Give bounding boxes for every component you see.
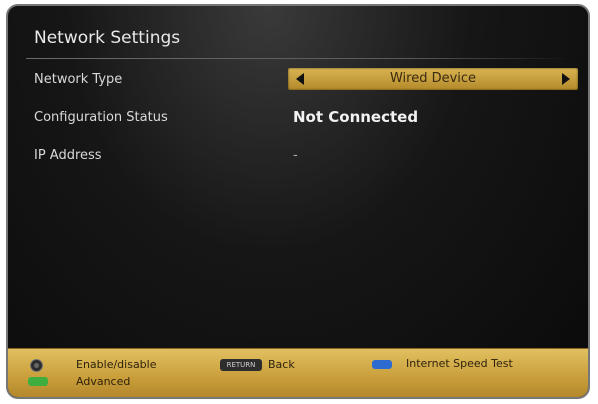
- network-type-label: Network Type: [34, 72, 123, 87]
- back-legend-label: Back: [268, 358, 295, 371]
- green-legend-label: Advanced: [76, 375, 131, 388]
- right-arrow-icon[interactable]: [562, 73, 570, 85]
- network-type-value: Wired Device: [389, 71, 477, 86]
- ip-address-label: IP Address: [34, 148, 102, 163]
- configuration-status-row: Configuration Status Not Connected: [8, 106, 588, 134]
- configuration-status-value: Not Connected: [293, 108, 419, 126]
- ip-address-row: IP Address -: [8, 144, 588, 172]
- return-key-icon: RETURN: [220, 359, 262, 371]
- ok-legend-label: Enable/disable: [76, 358, 157, 371]
- blue-legend-label: Internet Speed Test: [406, 357, 513, 370]
- configuration-status-label: Configuration Status: [34, 110, 168, 125]
- ok-button-icon: [30, 359, 43, 372]
- tv-menu-window: Network Settings Network Type Wired Devi…: [6, 4, 590, 399]
- footer-legend: Enable/disable RETURN Back Internet Spee…: [8, 348, 588, 397]
- network-type-selector[interactable]: Wired Device: [288, 68, 578, 90]
- blue-key-icon: [372, 360, 392, 369]
- green-key-icon: [28, 377, 48, 386]
- ip-address-value: -: [293, 148, 298, 163]
- page-title: Network Settings: [34, 28, 181, 48]
- title-divider: [26, 58, 571, 59]
